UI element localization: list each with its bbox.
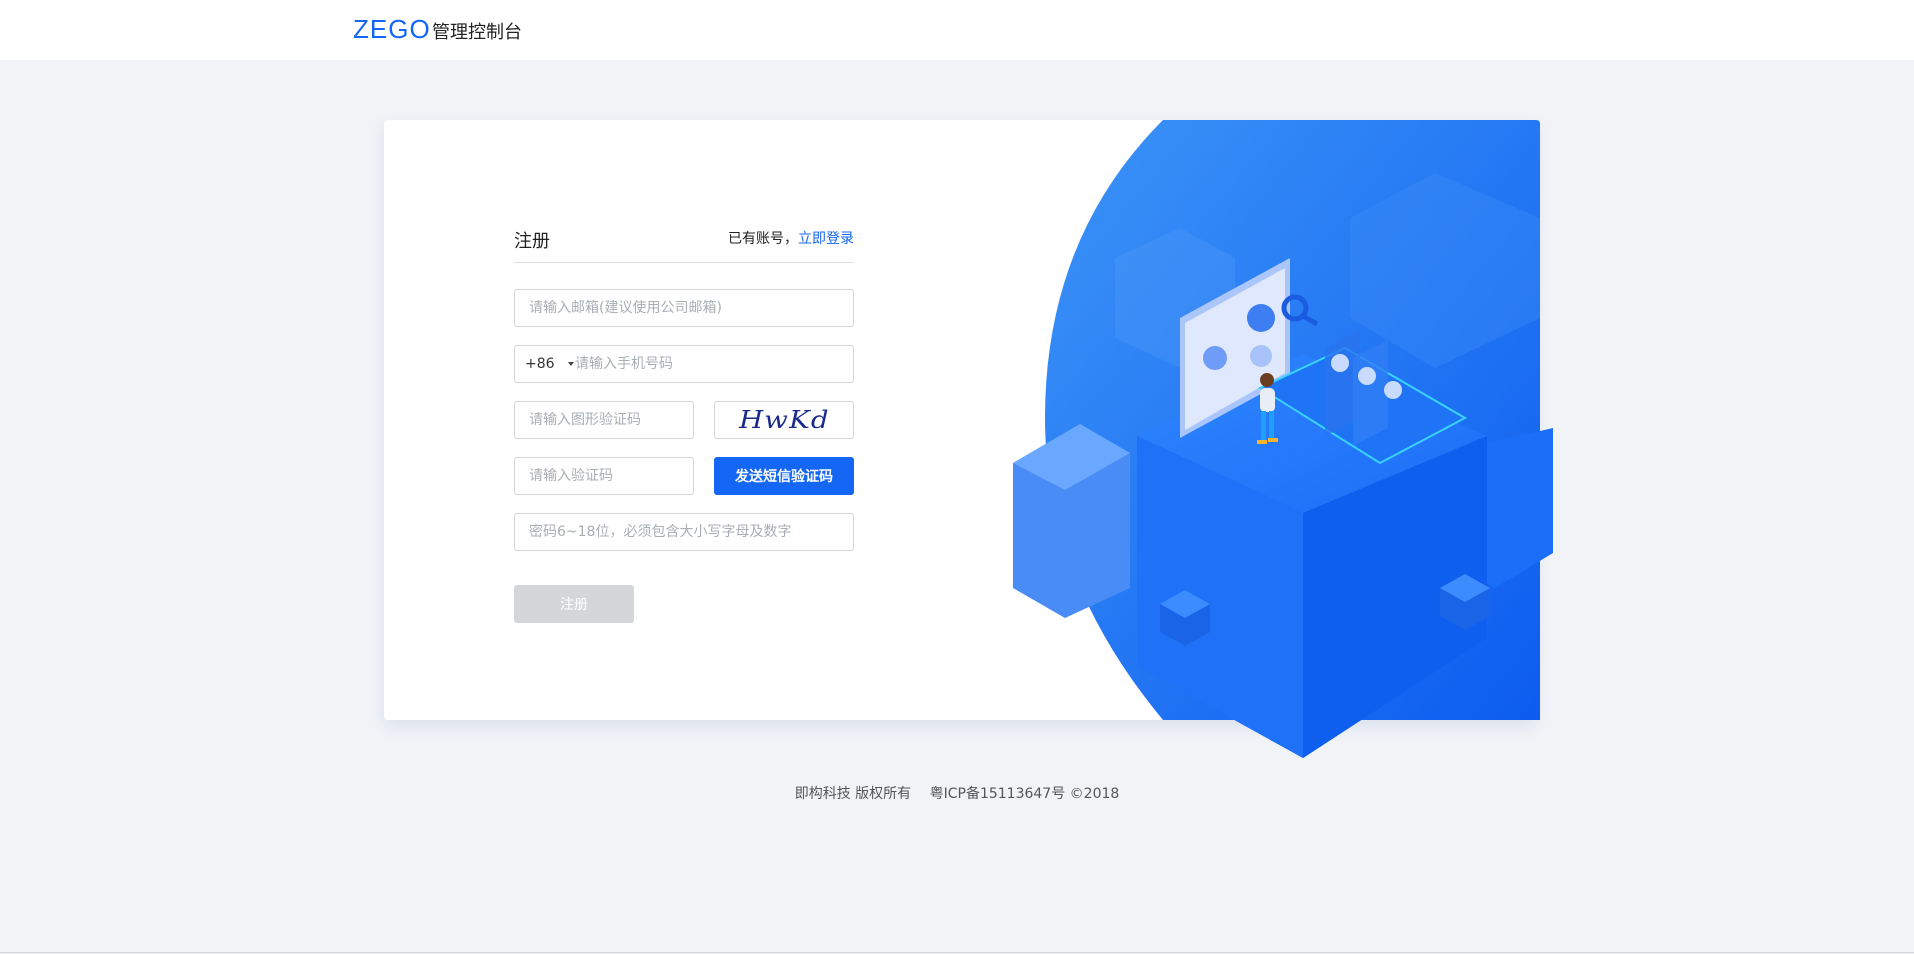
login-link[interactable]: 立即登录 bbox=[798, 231, 854, 247]
footer-icp[interactable]: 粤ICP备15113647号 ©2018 bbox=[930, 786, 1120, 802]
phone-field: +86 bbox=[514, 345, 854, 383]
zego-logo[interactable]: ZEGO bbox=[353, 14, 431, 45]
password-field bbox=[514, 513, 854, 551]
captcha-input[interactable] bbox=[515, 402, 693, 438]
email-input[interactable] bbox=[515, 290, 853, 326]
console-title: 管理控制台 bbox=[432, 22, 522, 43]
register-button[interactable]: 注册 bbox=[514, 585, 634, 623]
phone-input[interactable] bbox=[571, 346, 853, 382]
top-bar: ZEGO 管理控制台 bbox=[0, 0, 1914, 60]
isometric-illustration bbox=[1013, 120, 1553, 758]
country-code-select[interactable]: +86 bbox=[525, 346, 555, 382]
captcha-field bbox=[514, 401, 694, 439]
captcha-text: HwKd bbox=[738, 406, 830, 434]
footer-copyright: 即构科技 版权所有 bbox=[794, 786, 912, 802]
send-sms-button[interactable]: 发送短信验证码 bbox=[714, 457, 854, 495]
title-divider bbox=[514, 262, 854, 263]
bottom-border bbox=[0, 952, 1914, 953]
login-prompt: 已有账号， bbox=[728, 231, 798, 247]
captcha-image[interactable]: HwKd bbox=[714, 401, 854, 439]
email-field bbox=[514, 289, 854, 327]
register-title: 注册 bbox=[514, 231, 550, 252]
sms-code-field bbox=[514, 457, 694, 495]
password-input[interactable] bbox=[515, 514, 853, 550]
login-hint: 已有账号，立即登录 bbox=[728, 228, 854, 248]
phone-input-wrapper bbox=[571, 346, 853, 382]
footer: 即构科技 版权所有 粤ICP备15113647号 ©2018 bbox=[0, 783, 1914, 803]
sms-code-input[interactable] bbox=[515, 458, 693, 494]
